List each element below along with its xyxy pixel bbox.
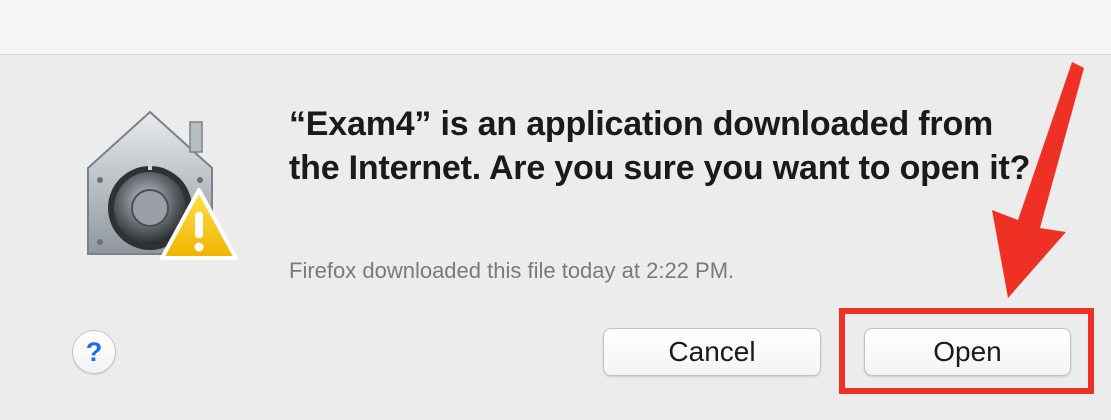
vault-warning-icon xyxy=(78,108,240,266)
cancel-button[interactable]: Cancel xyxy=(603,328,821,376)
download-info-text: Firefox downloaded this file today at 2:… xyxy=(289,258,735,283)
window-top-strip xyxy=(0,0,1111,55)
open-button-highlight xyxy=(839,308,1094,394)
red-arrow-icon xyxy=(980,60,1111,300)
gatekeeper-dialog: “Exam4” is an application downloaded fro… xyxy=(0,0,1111,420)
help-button[interactable]: ? xyxy=(72,330,116,374)
dialog-message: “Exam4” is an application downloaded fro… xyxy=(289,105,1031,187)
